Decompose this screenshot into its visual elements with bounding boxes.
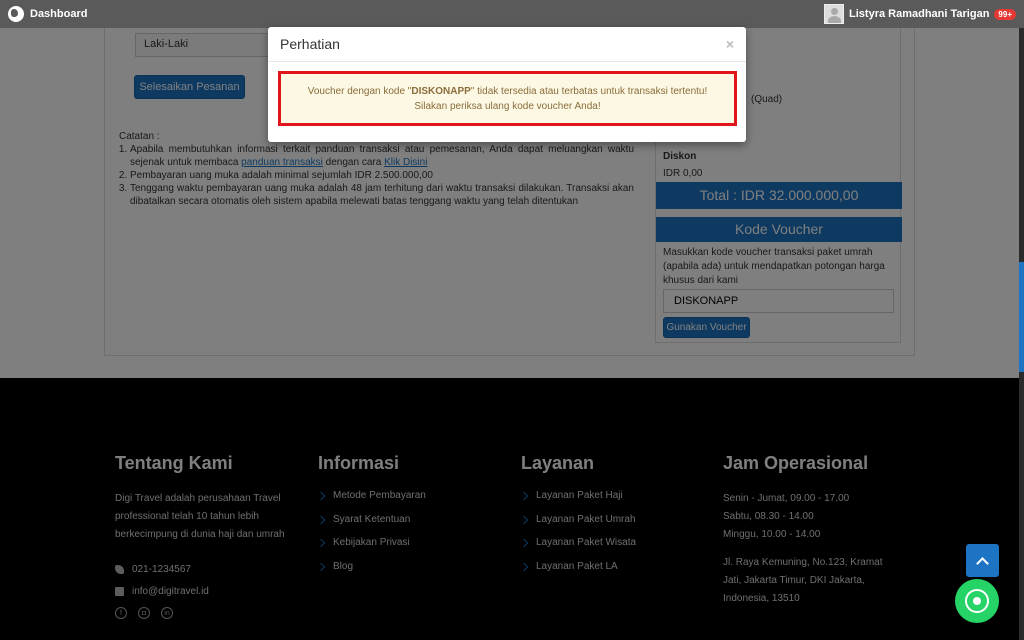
modal-title: Perhatian	[280, 36, 340, 52]
avatar	[824, 4, 845, 24]
user-menu[interactable]: Listyra Ramadhani Tarigan 99+	[824, 4, 1016, 24]
user-name: Listyra Ramadhani Tarigan	[849, 8, 990, 20]
close-icon[interactable]: ×	[726, 36, 734, 52]
notification-badge: 99+	[994, 8, 1016, 20]
whatsapp-button[interactable]	[955, 579, 999, 623]
alert-text: Voucher dengan kode "	[307, 85, 412, 97]
scrollbar-thumb[interactable]	[1019, 262, 1024, 372]
dashboard-label: Dashboard	[30, 8, 88, 20]
voucher-error-alert: Voucher dengan kode "DISKONAPP" tidak te…	[278, 71, 737, 126]
modal-header: Perhatian ×	[268, 27, 746, 62]
whatsapp-icon	[965, 589, 989, 613]
alert-message: Voucher dengan kode "DISKONAPP" tidak te…	[291, 84, 724, 114]
alert-modal: Perhatian × Voucher dengan kode "DISKONA…	[268, 27, 746, 142]
dashboard-link[interactable]: Dashboard	[8, 6, 87, 22]
globe-icon	[8, 6, 24, 22]
page-scrollbar[interactable]	[1019, 28, 1024, 640]
top-navbar: Dashboard Listyra Ramadhani Tarigan 99+	[0, 0, 1024, 28]
alert-voucher-code: DISKONAPP	[411, 85, 471, 97]
scroll-to-top-button[interactable]	[966, 544, 999, 577]
arrow-up-icon	[976, 556, 989, 570]
